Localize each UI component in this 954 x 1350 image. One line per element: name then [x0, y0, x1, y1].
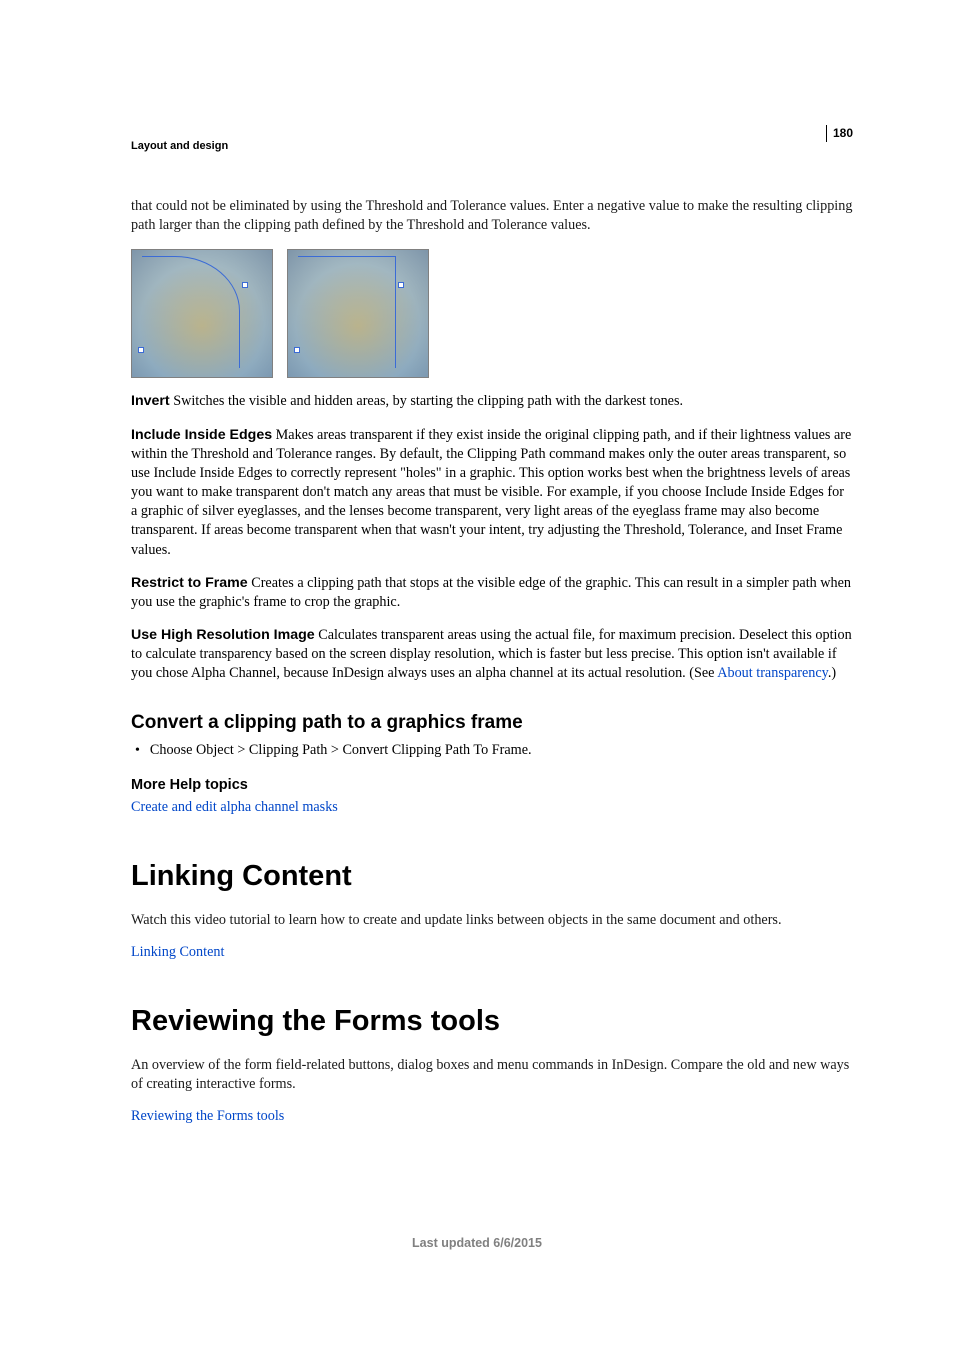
- bullet-text: Choose Object > Clipping Path > Convert …: [150, 742, 532, 759]
- linking-content-paragraph: Watch this video tutorial to learn how t…: [131, 911, 853, 930]
- term-restrict-to-frame: Restrict to Frame Creates a clipping pat…: [131, 574, 853, 612]
- term-label: Include Inside Edges: [131, 427, 272, 443]
- linking-content-link[interactable]: Linking Content: [131, 944, 224, 960]
- heading-convert-clipping-path: Convert a clipping path to a graphics fr…: [131, 712, 853, 734]
- term-use-high-resolution-image: Use High Resolution Image Calculates tra…: [131, 626, 853, 684]
- term-invert: Invert Switches the visible and hidden a…: [131, 392, 853, 411]
- term-text: Makes areas transparent if they exist in…: [131, 427, 851, 558]
- clipping-example-image-2: [287, 249, 429, 378]
- heading-more-help-topics: More Help topics: [131, 777, 853, 793]
- bullet-icon: •: [135, 744, 140, 758]
- create-edit-alpha-masks-link[interactable]: Create and edit alpha channel masks: [131, 799, 338, 815]
- reviewing-forms-tools-link[interactable]: Reviewing the Forms tools: [131, 1108, 284, 1124]
- term-text-b: .): [828, 665, 836, 681]
- section-label: Layout and design: [131, 140, 228, 152]
- clipping-example-image-1: [131, 249, 273, 378]
- main-content: that could not be eliminated by using th…: [131, 197, 853, 1139]
- term-label: Use High Resolution Image: [131, 627, 315, 643]
- term-label: Invert: [131, 393, 170, 409]
- term-label: Restrict to Frame: [131, 575, 248, 591]
- reviewing-forms-paragraph: An overview of the form field-related bu…: [131, 1056, 853, 1094]
- convert-bullet: • Choose Object > Clipping Path > Conver…: [135, 742, 853, 759]
- intro-paragraph: that could not be eliminated by using th…: [131, 197, 853, 235]
- heading-linking-content: Linking Content: [131, 860, 853, 893]
- term-text: Switches the visible and hidden areas, b…: [170, 393, 683, 409]
- heading-reviewing-forms-tools: Reviewing the Forms tools: [131, 1005, 853, 1038]
- term-include-inside-edges: Include Inside Edges Makes areas transpa…: [131, 426, 853, 560]
- last-updated-footer: Last updated 6/6/2015: [0, 1236, 954, 1250]
- page-number: 180: [826, 125, 853, 142]
- about-transparency-link[interactable]: About transparency: [717, 665, 828, 681]
- example-images: [131, 249, 853, 378]
